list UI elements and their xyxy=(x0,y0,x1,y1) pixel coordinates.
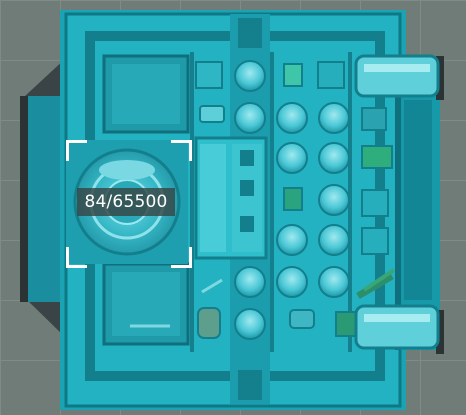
central-machine xyxy=(194,136,268,260)
selection-corner-bl xyxy=(66,247,87,268)
game-viewport xyxy=(0,0,466,415)
crate-icon xyxy=(195,61,223,89)
selection-corner-tl xyxy=(66,140,87,161)
selection-corner-br xyxy=(171,247,192,268)
capacity-label: 84/65500 xyxy=(77,188,175,216)
tank-icon xyxy=(404,100,432,300)
selection-corner-tr xyxy=(171,140,192,161)
